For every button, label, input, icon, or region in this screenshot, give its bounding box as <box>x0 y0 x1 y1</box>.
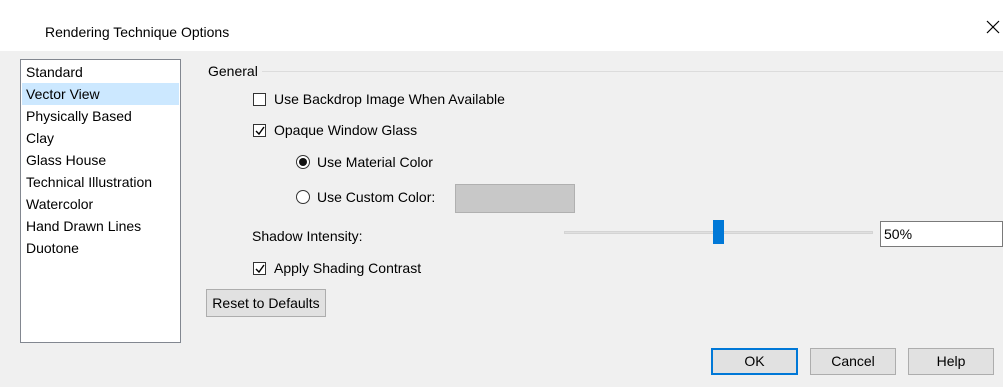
opaque-glass-label: Opaque Window Glass <box>274 122 418 138</box>
list-item-physically-based[interactable]: Physically Based <box>22 105 179 127</box>
list-item-watercolor[interactable]: Watercolor <box>22 193 179 215</box>
shading-contrast-label: Apply Shading Contrast <box>274 260 422 276</box>
shadow-intensity-input[interactable]: 50% <box>880 221 1003 247</box>
cancel-button[interactable]: Cancel <box>810 348 896 375</box>
use-backdrop-checkbox[interactable] <box>253 93 266 106</box>
use-backdrop-label: Use Backdrop Image When Available <box>274 91 505 107</box>
help-button[interactable]: Help <box>908 348 994 375</box>
ok-button[interactable]: OK <box>711 348 798 375</box>
material-color-label: Use Material Color <box>317 154 433 170</box>
reset-defaults-button[interactable]: Reset to Defaults <box>206 289 326 317</box>
opaque-glass-checkbox[interactable] <box>253 124 266 137</box>
general-group-label: General <box>208 63 258 79</box>
list-item-vector-view[interactable]: Vector View <box>22 83 179 105</box>
list-item-hand-drawn-lines[interactable]: Hand Drawn Lines <box>22 215 179 237</box>
window-title: Rendering Technique Options <box>45 24 230 40</box>
checkmark-icon <box>255 126 265 136</box>
slider-thumb[interactable] <box>713 220 724 244</box>
shadow-intensity-label: Shadow Intensity: <box>252 228 363 244</box>
list-item-standard[interactable]: Standard <box>22 61 179 83</box>
custom-color-label: Use Custom Color: <box>317 189 436 205</box>
list-item-glass-house[interactable]: Glass House <box>22 149 179 171</box>
list-item-duotone[interactable]: Duotone <box>22 237 179 259</box>
custom-color-swatch[interactable] <box>455 184 575 213</box>
shading-contrast-checkbox[interactable] <box>253 262 266 275</box>
list-item-clay[interactable]: Clay <box>22 127 179 149</box>
technique-list[interactable]: Standard Vector View Physically Based Cl… <box>20 59 181 343</box>
title-bar: Rendering Technique Options <box>0 0 1003 51</box>
close-icon <box>986 20 1000 34</box>
custom-color-radio[interactable] <box>296 190 310 204</box>
close-button[interactable] <box>982 17 1003 41</box>
group-divider <box>262 71 1003 72</box>
checkmark-icon <box>255 264 265 274</box>
radio-dot-icon <box>299 158 307 166</box>
material-color-radio[interactable] <box>296 155 310 169</box>
list-item-technical-illustration[interactable]: Technical Illustration <box>22 171 179 193</box>
